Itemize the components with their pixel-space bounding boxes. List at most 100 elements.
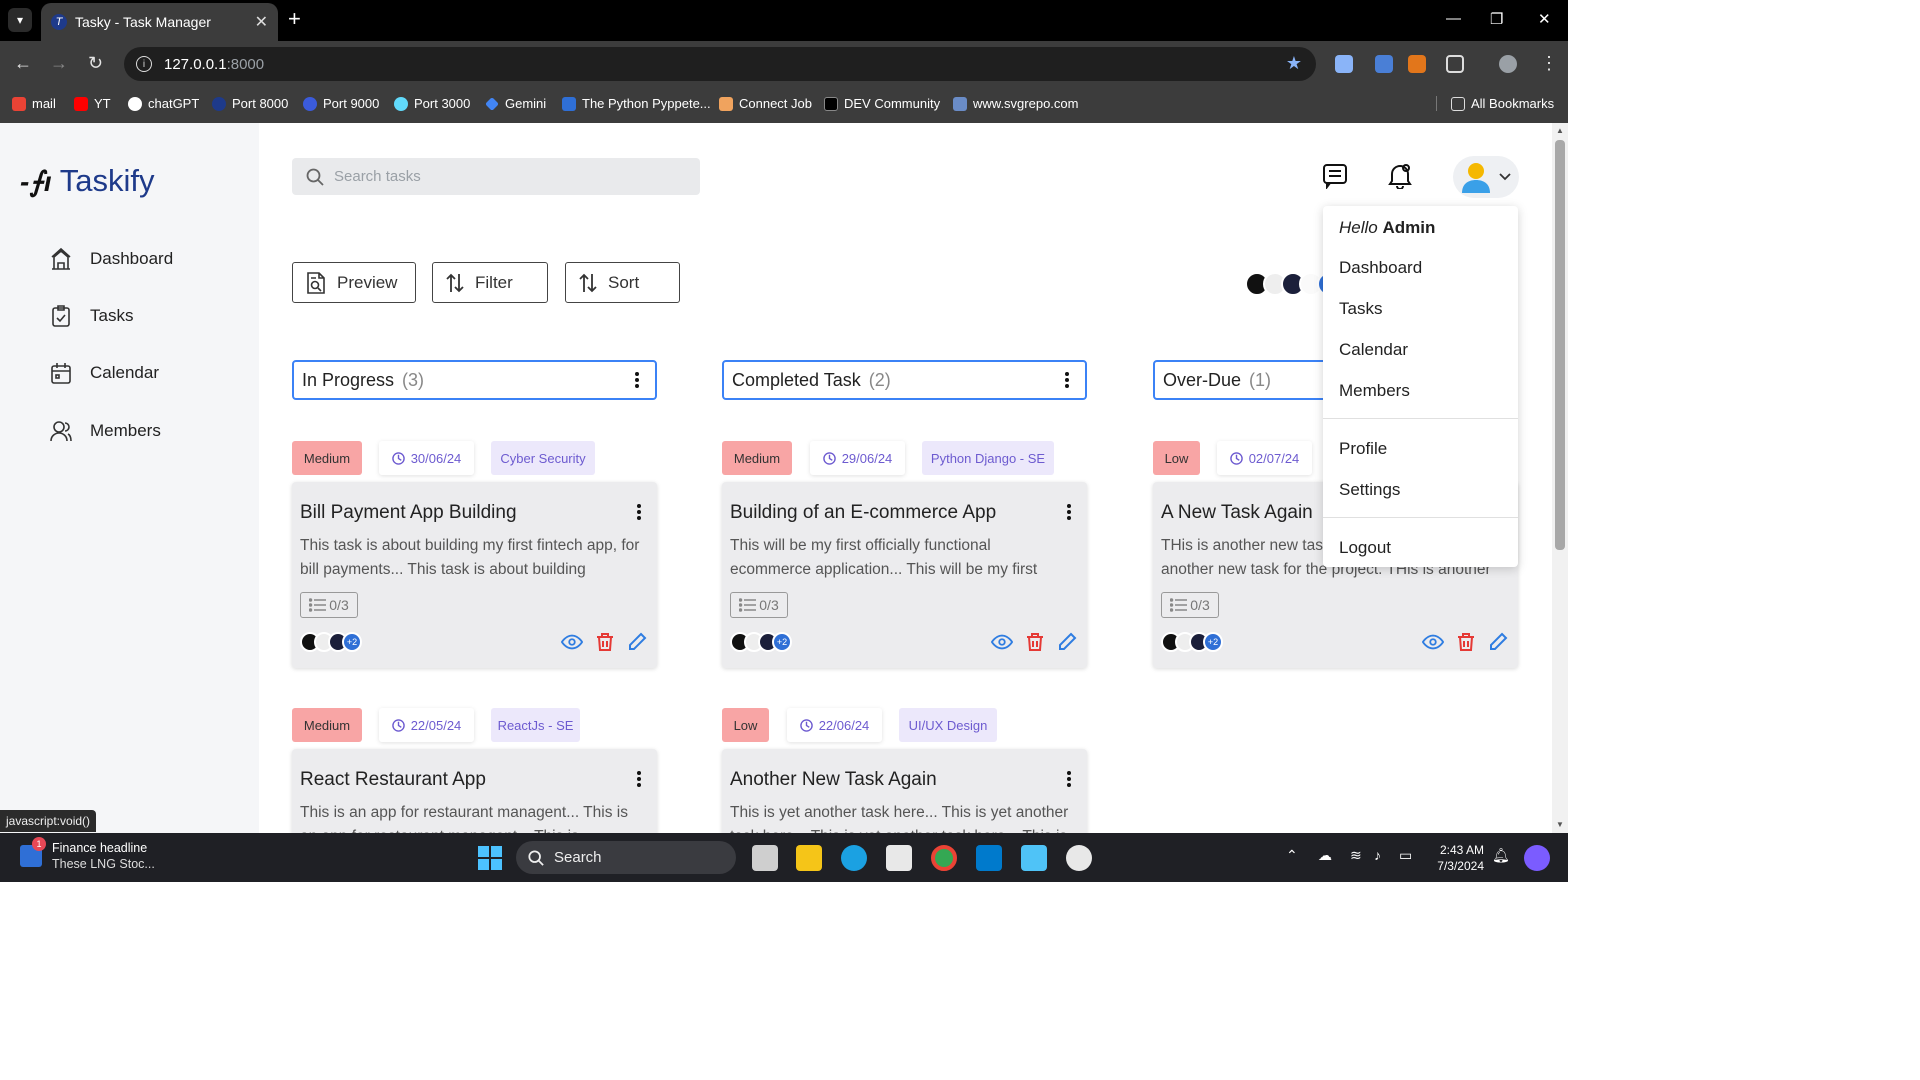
extension-copilot-icon[interactable]	[1375, 55, 1393, 73]
dropdown-item-profile[interactable]: Profile	[1339, 439, 1387, 459]
dashboard-icon	[51, 247, 71, 270]
dropdown-item-dashboard[interactable]: Dashboard	[1339, 258, 1422, 278]
edit-pencil-icon[interactable]	[1488, 632, 1508, 652]
task-card[interactable]: Another New Task Again This is yet anoth…	[722, 749, 1087, 833]
dropdown-item-settings[interactable]: Settings	[1339, 480, 1400, 500]
sidebar-item-calendar[interactable]: Calendar	[50, 361, 159, 385]
bookmark-port-3000[interactable]: Port 3000	[394, 96, 470, 111]
dropdown-item-tasks[interactable]: Tasks	[1339, 299, 1382, 319]
kebab-menu-icon[interactable]	[1065, 372, 1069, 388]
search-input[interactable]: Search tasks	[292, 158, 700, 195]
filter-button[interactable]: Filter	[432, 262, 548, 303]
task-view-icon[interactable]	[752, 845, 778, 871]
tray-chevron-up-icon[interactable]: ⌃	[1286, 847, 1298, 864]
profile-avatar-icon[interactable]	[1499, 55, 1517, 73]
kebab-menu-icon[interactable]	[1067, 504, 1071, 520]
dropdown-item-calendar[interactable]: Calendar	[1339, 340, 1408, 360]
new-tab-button[interactable]: +	[288, 8, 301, 30]
copilot-icon[interactable]	[1524, 845, 1550, 871]
all-bookmarks[interactable]: All Bookmarks	[1436, 96, 1554, 111]
scrollbar-thumb[interactable]	[1555, 140, 1565, 550]
scroll-up-arrow-icon[interactable]: ▲	[1556, 126, 1564, 135]
assignee-avatar-stack[interactable]: +2	[730, 632, 792, 652]
column-header-completed[interactable]: Completed Task (2)	[722, 360, 1087, 400]
task-card[interactable]: Building of an E-commerce App This will …	[722, 482, 1087, 668]
metamask-icon[interactable]	[1408, 55, 1426, 73]
address-bar[interactable]: i 127.0.0.1 :8000 ★	[124, 47, 1316, 81]
column-header-in-progress[interactable]: In Progress (3)	[292, 360, 657, 400]
system-clock[interactable]: 2:43 AM 7/3/2024	[1432, 842, 1484, 874]
sidebar-item-dashboard[interactable]: Dashboard	[50, 247, 173, 271]
file-explorer-icon[interactable]	[796, 845, 822, 871]
delete-trash-icon[interactable]	[1025, 632, 1045, 652]
bookmark-yt[interactable]: YT	[74, 96, 111, 111]
bookmark-connect-job[interactable]: Connect Job	[719, 96, 812, 111]
sort-button[interactable]: Sort	[565, 262, 680, 303]
brand-logo[interactable]: -⨍ı Taskify	[20, 163, 154, 199]
edit-pencil-icon[interactable]	[1057, 632, 1077, 652]
news-widget[interactable]: 1 Finance headline These LNG Stoc...	[20, 837, 155, 871]
dropdown-item-logout[interactable]: Logout	[1339, 538, 1391, 558]
scroll-down-arrow-icon[interactable]: ▼	[1556, 820, 1564, 829]
kebab-menu-icon[interactable]	[637, 504, 641, 520]
view-eye-icon[interactable]	[991, 632, 1013, 652]
restore-button[interactable]: ❐	[1490, 10, 1503, 28]
back-button[interactable]: ←	[14, 53, 32, 74]
delete-trash-icon[interactable]	[595, 632, 615, 652]
notepad-icon[interactable]	[1021, 845, 1047, 871]
notifications-bell-icon[interactable]: 🔔︎	[1492, 847, 1510, 864]
kebab-menu-icon[interactable]	[1067, 771, 1071, 787]
kebab-menu-icon[interactable]	[635, 372, 639, 388]
bookmark-gemini[interactable]: Gemini	[485, 96, 546, 111]
profile-menu-button[interactable]	[1453, 156, 1519, 198]
ms-store-icon[interactable]	[886, 845, 912, 871]
tab-search-button[interactable]: ▾	[8, 8, 32, 32]
volume-icon[interactable]: ♪	[1374, 847, 1381, 863]
slack-icon[interactable]	[1066, 845, 1092, 871]
vscode-icon[interactable]	[976, 845, 1002, 871]
notification-bell-icon[interactable]	[1388, 163, 1412, 189]
preview-button[interactable]: Preview	[292, 262, 416, 303]
windows-start-icon[interactable]	[478, 846, 502, 870]
delete-trash-icon[interactable]	[1456, 632, 1476, 652]
onedrive-icon[interactable]: ☁	[1318, 847, 1332, 864]
wifi-icon[interactable]: ≋	[1350, 847, 1362, 864]
list-icon	[1170, 598, 1188, 612]
task-card[interactable]: Bill Payment App Building This task is a…	[292, 482, 657, 668]
tab-close-icon[interactable]: ✕	[255, 12, 268, 32]
sidebar-item-tasks[interactable]: Tasks	[50, 304, 133, 328]
bookmark-port-8000[interactable]: Port 8000	[212, 96, 288, 111]
sidebar-item-members[interactable]: Members	[50, 419, 161, 443]
site-info-icon[interactable]: i	[136, 56, 152, 72]
forward-button[interactable]: →	[50, 53, 68, 74]
window-close-button[interactable]: ✕	[1538, 10, 1551, 28]
browser-tab[interactable]: T Tasky - Task Manager ✕	[41, 3, 278, 41]
browser-menu-icon[interactable]: ⋮	[1540, 53, 1558, 74]
bookmark-star-icon[interactable]: ★	[1286, 53, 1302, 74]
kebab-menu-icon[interactable]	[637, 771, 641, 787]
bookmark-python-pyppeteer[interactable]: The Python Pyppete...	[562, 96, 711, 111]
bookmark-port-9000[interactable]: Port 9000	[303, 96, 379, 111]
edge-icon[interactable]	[841, 845, 867, 871]
page-scrollbar[interactable]: ▲ ▼	[1552, 123, 1568, 833]
bookmark-mail[interactable]: mail	[12, 96, 56, 111]
edit-pencil-icon[interactable]	[627, 632, 647, 652]
task-card[interactable]: React Restaurant App This is an app for …	[292, 749, 657, 833]
assignee-avatar-stack[interactable]: +2	[300, 632, 362, 652]
chrome-icon[interactable]	[931, 845, 957, 871]
view-eye-icon[interactable]	[561, 632, 583, 652]
bookmark-svgrepo[interactable]: www.svgrepo.com	[953, 96, 1078, 111]
messages-icon[interactable]	[1322, 163, 1348, 189]
dropdown-item-members[interactable]: Members	[1339, 381, 1410, 401]
assignee-avatar-stack[interactable]: +2	[1161, 632, 1223, 652]
extensions-puzzle-icon[interactable]	[1446, 55, 1464, 73]
extension-docs-icon[interactable]	[1335, 55, 1353, 73]
minimize-button[interactable]: —	[1446, 10, 1461, 27]
view-eye-icon[interactable]	[1422, 632, 1444, 652]
bookmark-chatgpt[interactable]: chatGPT	[128, 96, 199, 111]
taskbar-search[interactable]: Search	[516, 841, 736, 874]
reload-button[interactable]: ↻	[88, 53, 103, 74]
battery-icon[interactable]: ▭	[1399, 847, 1412, 864]
bookmark-dev-community[interactable]: DEV Community	[824, 96, 940, 111]
calendar-icon	[51, 363, 71, 384]
